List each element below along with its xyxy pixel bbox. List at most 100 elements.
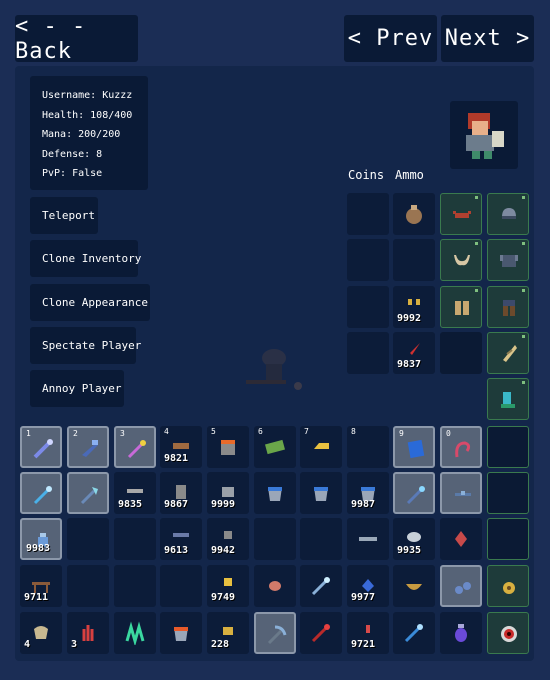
coin-slot-3[interactable] xyxy=(347,286,389,328)
inventory-slot-r4c7[interactable] xyxy=(300,565,342,607)
ammo-slot-1[interactable] xyxy=(393,193,435,235)
inventory-slot-r5c4[interactable] xyxy=(160,612,202,654)
boots-icon xyxy=(455,301,469,315)
clone-inventory-button[interactable]: Clone Inventory xyxy=(30,240,141,277)
inventory-slot-r3c9[interactable]: 9935 xyxy=(393,518,435,560)
inventory-slot-r5c6[interactable] xyxy=(254,612,296,654)
ammo-count: 9837 xyxy=(397,359,422,370)
player-info: Username: Kuzzz Health: 108/400 Mana: 20… xyxy=(30,76,148,190)
spell-book-icon xyxy=(407,439,425,459)
inventory-slot-r5c3[interactable] xyxy=(114,612,156,654)
hotbar-slot-8[interactable]: 8 xyxy=(347,426,389,468)
equip-slot-chestplate[interactable] xyxy=(487,239,529,281)
inventory-slot-r2c2[interactable] xyxy=(67,472,109,514)
inventory-slot-r3c5[interactable]: 9942 xyxy=(207,518,249,560)
greaves-icon xyxy=(503,300,515,316)
hotbar-slot-5[interactable]: 5 xyxy=(207,426,249,468)
inventory-slot-r4c9[interactable] xyxy=(393,565,435,607)
hotbar-slot-4[interactable]: 4 9821 xyxy=(160,426,202,468)
inventory-slot-r4c2[interactable] xyxy=(67,565,109,607)
side-slot-2[interactable] xyxy=(487,472,529,514)
inventory-slot-r2c10[interactable] xyxy=(440,472,482,514)
slot-marker xyxy=(475,289,478,292)
coin-slot-2[interactable] xyxy=(347,239,389,281)
slot-marker xyxy=(522,335,525,338)
inventory-slot-r5c9[interactable] xyxy=(393,612,435,654)
inventory-slot-r2c5[interactable]: 9999 xyxy=(207,472,249,514)
inventory-slot-r5c8[interactable]: 9721 xyxy=(347,612,389,654)
inventory-slot-r4c3[interactable] xyxy=(114,565,156,607)
slot-marker xyxy=(475,242,478,245)
character-preview xyxy=(246,349,302,390)
eye-emblem-icon xyxy=(501,626,517,642)
inventory-slot-r2c8[interactable]: 9987 xyxy=(347,472,389,514)
shell-icon xyxy=(34,626,48,639)
inventory-slot-r4c6[interactable] xyxy=(254,565,296,607)
blue-staff-icon xyxy=(404,624,423,643)
equip-slot-head-social[interactable] xyxy=(440,193,482,235)
inventory-slot-r5c1[interactable]: 4 xyxy=(20,612,62,654)
item-count: 9711 xyxy=(24,592,49,603)
inventory-slot-r2c9[interactable] xyxy=(393,472,435,514)
inventory-slot-r5c10[interactable] xyxy=(440,612,482,654)
inventory-slot-r3c2[interactable] xyxy=(67,518,109,560)
side-slot-5[interactable] xyxy=(487,612,529,654)
side-slot-1[interactable] xyxy=(487,426,529,468)
equip-slot-legs-social[interactable] xyxy=(440,286,482,328)
side-slot-3[interactable] xyxy=(487,518,529,560)
equip-slot-helmet[interactable] xyxy=(487,193,529,235)
equip-slot-accessory-1[interactable] xyxy=(487,332,529,374)
inventory-slot-r3c8[interactable] xyxy=(347,518,389,560)
item-count: 9983 xyxy=(26,543,51,554)
inventory-slot-r3c6[interactable] xyxy=(254,518,296,560)
inventory-slot-r3c10[interactable] xyxy=(440,518,482,560)
hotbar-slot-6[interactable]: 6 xyxy=(254,426,296,468)
ammo-slot-3[interactable]: 9992 xyxy=(393,286,435,328)
inventory-slot-r4c4[interactable] xyxy=(160,565,202,607)
equip-slot-greaves[interactable] xyxy=(487,286,529,328)
side-slot-4[interactable] xyxy=(487,565,529,607)
slot-marker xyxy=(522,381,525,384)
inventory-slot-r4c10[interactable] xyxy=(440,565,482,607)
annoy-player-button[interactable]: Annoy Player xyxy=(30,370,124,407)
prev-button[interactable]: < Prev xyxy=(344,15,437,62)
inventory-slot-r3c1[interactable]: 9983 xyxy=(20,518,62,560)
hotbar-slot-9[interactable]: 9 xyxy=(393,426,435,468)
equip-slot-accessory-2[interactable] xyxy=(487,378,529,420)
hotbar-slot-3[interactable]: 3 xyxy=(114,426,156,468)
helmet-icon xyxy=(502,208,516,219)
inventory-slot-r4c5[interactable]: 9749 xyxy=(207,565,249,607)
inventory-slot-r3c7[interactable] xyxy=(300,518,342,560)
inventory-slot-r4c1[interactable]: 9711 xyxy=(20,565,62,607)
teleport-button[interactable]: Teleport xyxy=(30,197,98,234)
drone-icon xyxy=(455,491,471,496)
coin-slot-4[interactable] xyxy=(347,332,389,374)
slot-marker xyxy=(522,242,525,245)
clone-appearance-button[interactable]: Clone Appearance xyxy=(30,284,150,321)
lava-bucket-icon xyxy=(174,627,188,641)
back-button[interactable]: < - - Back xyxy=(15,14,138,64)
ammo-slot-4[interactable]: 9837 xyxy=(393,332,435,374)
inventory-slot-r2c1[interactable] xyxy=(20,472,62,514)
coin-slot-1[interactable] xyxy=(347,193,389,235)
equip-slot-body-social[interactable] xyxy=(440,239,482,281)
ammo-slot-2[interactable] xyxy=(393,239,435,281)
hotbar-slot-7[interactable]: 7 xyxy=(300,426,342,468)
hotbar-slot-2[interactable]: 2 xyxy=(67,426,109,468)
hotbar-slot-1[interactable]: 1 xyxy=(20,426,62,468)
inventory-slot-r3c4[interactable]: 9613 xyxy=(160,518,202,560)
inventory-slot-r5c7[interactable] xyxy=(300,612,342,654)
inventory-slot-r3c3[interactable] xyxy=(114,518,156,560)
inventory-slot-r2c7[interactable] xyxy=(300,472,342,514)
inventory-slot-r5c2[interactable]: 3 xyxy=(67,612,109,654)
inventory-slot-r2c3[interactable]: 9835 xyxy=(114,472,156,514)
inventory-slot-r5c5[interactable]: 228 xyxy=(207,612,249,654)
equip-slot-empty[interactable] xyxy=(440,332,482,374)
hotbar-slot-10[interactable]: 0 xyxy=(440,426,482,468)
inventory-slot-r4c8[interactable]: 9977 xyxy=(347,565,389,607)
spectate-player-button[interactable]: Spectate Player xyxy=(30,327,141,364)
inventory-slot-r2c4[interactable]: 9867 xyxy=(160,472,202,514)
next-button[interactable]: Next > xyxy=(441,15,534,62)
bucket-icon xyxy=(314,487,328,501)
inventory-slot-r2c6[interactable] xyxy=(254,472,296,514)
